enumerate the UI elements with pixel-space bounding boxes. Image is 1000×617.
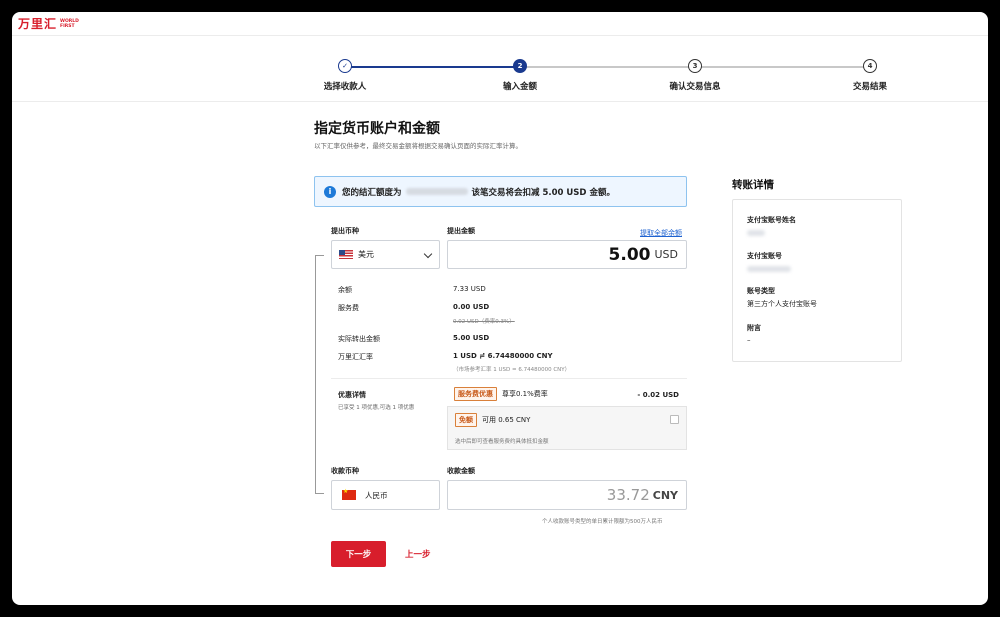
chevron-down-icon xyxy=(423,249,433,259)
sidebar-title: 转账详情 xyxy=(732,179,774,191)
fee-discount-desc: 尊享0.1%费率 xyxy=(502,390,548,398)
quota-notice: i 您的结汇额度为 该笔交易将会扣减 5.00 USD 金额。 xyxy=(314,176,687,207)
withdraw-amount-value: 5.00 xyxy=(608,244,651,265)
actual-amount-label: 实际转出金额 xyxy=(338,335,380,343)
step-4-label: 交易结果 xyxy=(852,82,888,92)
payee-account-label: 支付宝账号 xyxy=(747,252,782,260)
voucher-checkbox[interactable] xyxy=(670,415,679,424)
voucher-option[interactable]: 免额 可用 0.65 CNY 选中后即可查看服务费约具体抵扣金额 xyxy=(447,406,687,450)
app-window: 万里汇 WORLD FIRST ✓ 选择收款人 2 输入金额 3 确认交易信息 … xyxy=(12,12,988,605)
prev-button[interactable]: 上一步 xyxy=(405,548,431,560)
step-1-label: 选择收款人 xyxy=(323,82,367,92)
page-title: 指定货币账户和金额 xyxy=(314,121,440,137)
actual-amount-value: 5.00 USD xyxy=(453,334,490,342)
withdraw-currency-select[interactable]: 美元 xyxy=(331,240,440,269)
voucher-tag: 免额 xyxy=(455,413,477,427)
balance-label: 余额 xyxy=(338,286,352,294)
step-2-indicator: 2 xyxy=(513,59,527,73)
progress-stepper: ✓ 选择收款人 2 输入金额 3 确认交易信息 4 交易结果 xyxy=(12,36,988,102)
brand-logo-cn: 万里汇 xyxy=(18,17,58,31)
divider xyxy=(331,378,687,379)
fee-original: 0.02 USD（费率0.3%） xyxy=(453,319,515,325)
brand-logo[interactable]: 万里汇 WORLD FIRST xyxy=(18,15,79,32)
withdraw-amount-label: 提出金额 xyxy=(447,227,475,235)
fee-discount-amount: - 0.02 USD xyxy=(637,391,679,399)
note-label: 附言 xyxy=(747,324,761,332)
promo-panel: 服务费优惠 尊享0.1%费率 - 0.02 USD 免额 可用 0.65 CNY… xyxy=(447,384,687,450)
withdraw-amount-currency: USD xyxy=(654,248,678,261)
flow-bracket xyxy=(315,255,324,494)
withdraw-amount-input[interactable]: 5.00 USD xyxy=(447,240,687,269)
receive-amount-label: 收款金额 xyxy=(447,467,475,475)
step-2-label: 输入金额 xyxy=(502,82,538,92)
note-value: – xyxy=(747,336,751,344)
cn-flag-icon xyxy=(342,488,356,500)
voucher-desc: 可用 0.65 CNY xyxy=(482,416,531,424)
info-icon: i xyxy=(324,185,336,198)
promo-label: 优惠详情 xyxy=(338,391,366,399)
notice-prefix: 您的结汇额度为 xyxy=(342,187,402,198)
receive-currency-select[interactable]: 人民币 xyxy=(331,480,440,510)
top-bar: 万里汇 WORLD FIRST xyxy=(12,12,988,36)
balance-value: 7.33 USD xyxy=(453,285,486,293)
step-3-indicator: 3 xyxy=(688,59,702,73)
fee-discount-row: 服务费优惠 尊享0.1%费率 xyxy=(454,387,548,401)
receive-currency-value: 人民币 xyxy=(365,490,388,500)
transfer-details-card: 支付宝账号姓名 支付宝账号 账号类型 第三方个人支付宝账号 附言 – xyxy=(732,199,902,362)
withdraw-currency-value: 美元 xyxy=(358,250,374,259)
step-3-label: 确认交易信息 xyxy=(669,82,721,92)
limit-note: 个人收款账号类型的单日累计限额为500万人民币 xyxy=(542,519,663,525)
voucher-note: 选中后即可查看服务费约具体抵扣金额 xyxy=(455,439,549,445)
receive-amount-input[interactable]: 33.72 CNY xyxy=(447,480,687,510)
redacted-payee-name xyxy=(747,230,765,236)
withdraw-all-link[interactable]: 提取全部余额 xyxy=(640,228,682,238)
step-line-done xyxy=(351,66,519,68)
account-type-value: 第三方个人支付宝账号 xyxy=(747,300,817,308)
withdraw-currency-label: 提出币种 xyxy=(331,227,359,235)
receive-amount-value: 33.72 xyxy=(606,486,650,504)
rate-label: 万里汇汇率 xyxy=(338,353,373,361)
step-4-indicator: 4 xyxy=(863,59,877,73)
notice-suffix: 该笔交易将会扣减 5.00 USD 金额。 xyxy=(471,187,615,198)
rate-value: 1 USD ≓ 6.74480000 CNY xyxy=(453,352,553,360)
step-1-check-icon: ✓ xyxy=(338,59,352,73)
fee-label: 服务费 xyxy=(338,304,359,312)
us-flag-icon xyxy=(339,250,353,259)
redacted-payee-account xyxy=(747,266,791,272)
page-subtitle: 以下汇率仅供参考，最终交易金额将根据交易确认页面的实际汇率计算。 xyxy=(314,142,522,150)
voucher-row: 免额 可用 0.65 CNY xyxy=(455,413,530,427)
market-rate: （市场参考汇率 1 USD = 6.74480000 CNY） xyxy=(453,367,571,373)
brand-logo-en: WORLD FIRST xyxy=(60,18,79,29)
next-button[interactable]: 下一步 xyxy=(331,541,386,567)
fee-discount-tag: 服务费优惠 xyxy=(454,387,497,401)
receive-currency-label: 收款币种 xyxy=(331,467,359,475)
payee-name-label: 支付宝账号姓名 xyxy=(747,216,796,224)
promo-sub: 已享受 1 项优惠,可选 1 项优惠 xyxy=(338,405,415,411)
receive-amount-currency: CNY xyxy=(652,488,678,502)
fee-value: 0.00 USD xyxy=(453,303,490,311)
account-type-label: 账号类型 xyxy=(747,287,775,295)
redacted-quota xyxy=(405,188,468,195)
